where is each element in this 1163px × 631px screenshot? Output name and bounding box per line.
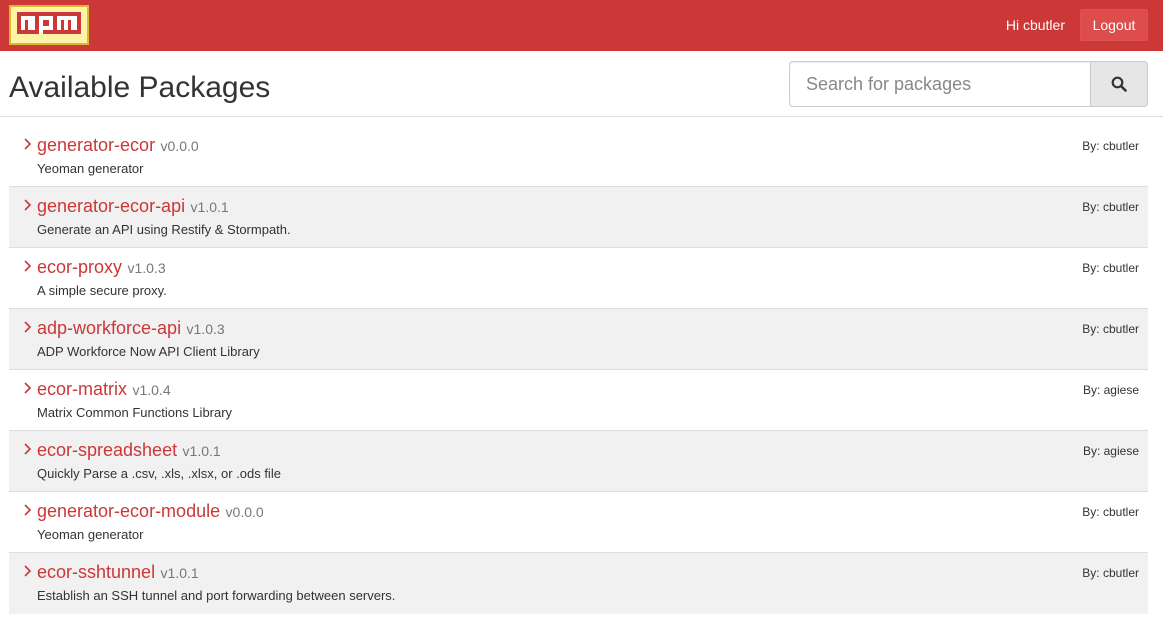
package-name-link[interactable]: ecor-proxy — [37, 257, 122, 277]
package-row[interactable]: adp-workforce-api v1.0.3 ADP Workforce N… — [9, 309, 1148, 370]
package-author: By: agiese — [1082, 383, 1139, 397]
chevron-right-icon — [24, 260, 32, 272]
package-version: v1.0.3 — [186, 321, 225, 337]
package-description: Establish an SSH tunnel and port forward… — [37, 588, 396, 603]
package-description: A simple secure proxy. — [37, 283, 167, 298]
npm-logo[interactable] — [9, 5, 89, 45]
package-name-link[interactable]: generator-ecor-api — [37, 196, 185, 216]
package-description: Yeoman generator — [37, 161, 144, 176]
package-version: v1.0.1 — [160, 565, 199, 581]
package-row[interactable]: generator-ecor-module v0.0.0 Yeoman gene… — [9, 492, 1148, 553]
package-author: By: cbutler — [1082, 261, 1139, 275]
package-author: By: agiese — [1082, 444, 1139, 458]
package-list: generator-ecor v0.0.0 Yeoman generator B… — [9, 126, 1148, 614]
search-button[interactable] — [1090, 61, 1148, 107]
search-icon — [1111, 76, 1127, 92]
package-name-link[interactable]: generator-ecor — [37, 135, 155, 155]
chevron-right-icon — [24, 504, 32, 516]
chevron-right-icon — [24, 138, 32, 150]
package-description: Yeoman generator — [37, 527, 144, 542]
package-author: By: cbutler — [1082, 322, 1139, 336]
search-input[interactable] — [789, 61, 1090, 107]
package-name-link[interactable]: ecor-spreadsheet — [37, 440, 177, 460]
package-author: By: cbutler — [1082, 505, 1139, 519]
package-row[interactable]: ecor-sshtunnel v1.0.1 Establish an SSH t… — [9, 553, 1148, 614]
chevron-right-icon — [24, 443, 32, 455]
package-description: Generate an API using Restify & Stormpat… — [37, 222, 291, 237]
user-greeting: Hi cbutler — [1005, 17, 1065, 33]
package-author: By: cbutler — [1082, 139, 1139, 153]
package-description: Matrix Common Functions Library — [37, 405, 233, 420]
chevron-right-icon — [24, 321, 32, 333]
package-version: v1.0.3 — [127, 260, 166, 276]
chevron-right-icon — [24, 199, 32, 211]
package-description: Quickly Parse a .csv, .xls, .xlsx, or .o… — [37, 466, 281, 481]
logout-button[interactable]: Logout — [1080, 9, 1148, 41]
package-name-link[interactable]: ecor-matrix — [37, 379, 127, 399]
package-row[interactable]: ecor-proxy v1.0.3 A simple secure proxy.… — [9, 248, 1148, 309]
chevron-right-icon — [24, 382, 32, 394]
package-version: v1.0.1 — [182, 443, 221, 459]
package-version: v0.0.0 — [225, 504, 264, 520]
package-author: By: cbutler — [1082, 200, 1139, 214]
package-description: ADP Workforce Now API Client Library — [37, 344, 260, 359]
top-nav-bar: Hi cbutler Logout — [0, 0, 1163, 51]
npm-logo-icon — [17, 12, 81, 34]
package-author: By: cbutler — [1082, 566, 1139, 580]
package-name-link[interactable]: ecor-sshtunnel — [37, 562, 155, 582]
page-title: Available Packages — [9, 71, 271, 104]
package-row[interactable]: ecor-matrix v1.0.4 Matrix Common Functio… — [9, 370, 1148, 431]
package-row[interactable]: ecor-spreadsheet v1.0.1 Quickly Parse a … — [9, 431, 1148, 492]
package-name-link[interactable]: adp-workforce-api — [37, 318, 181, 338]
package-name-link[interactable]: generator-ecor-module — [37, 501, 220, 521]
package-version: v1.0.4 — [132, 382, 171, 398]
header-divider — [0, 116, 1163, 117]
package-row[interactable]: generator-ecor v0.0.0 Yeoman generator B… — [9, 126, 1148, 187]
search-form — [789, 61, 1148, 107]
package-version: v1.0.1 — [190, 199, 229, 215]
package-version: v0.0.0 — [160, 138, 199, 154]
chevron-right-icon — [24, 565, 32, 577]
package-row[interactable]: generator-ecor-api v1.0.1 Generate an AP… — [9, 187, 1148, 248]
